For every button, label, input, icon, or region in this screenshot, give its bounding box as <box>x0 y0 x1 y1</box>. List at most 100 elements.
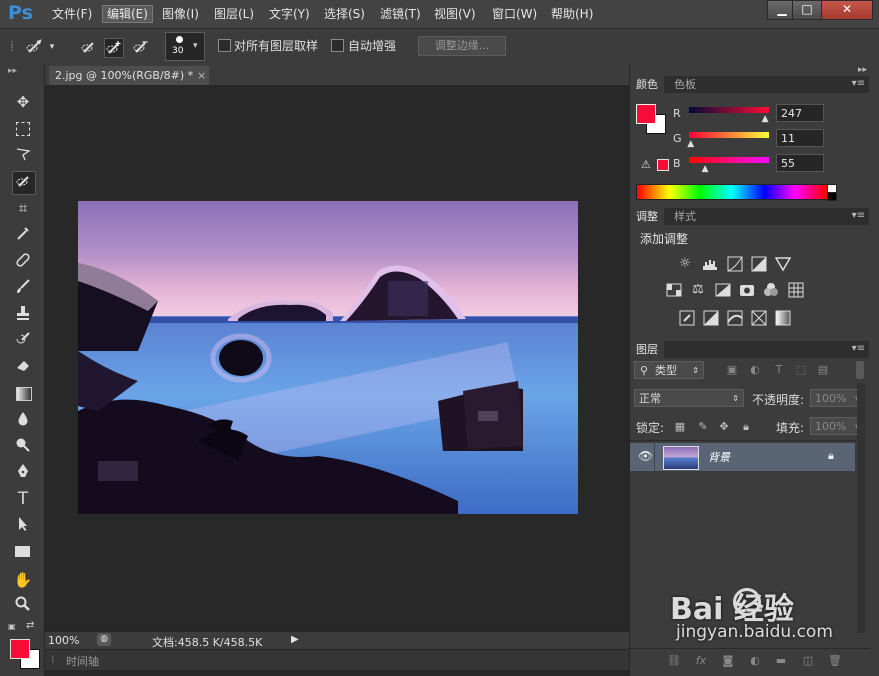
menu-window[interactable]: 窗口(W) <box>488 6 541 22</box>
selective-color-icon[interactable] <box>751 310 767 326</box>
add-to-selection-icon[interactable] <box>104 38 124 58</box>
filter-toggle-switch[interactable] <box>856 361 864 379</box>
panel-menu-icon[interactable]: ▾≡ <box>852 210 865 221</box>
brightness-contrast-icon[interactable]: ☼ <box>677 256 693 272</box>
curves-icon[interactable] <box>727 256 743 272</box>
exposure-icon[interactable] <box>751 256 767 272</box>
filter-adjustment-layers-icon[interactable]: ◐ <box>748 363 762 377</box>
rectangle-tool-icon[interactable] <box>12 541 34 563</box>
link-layers-icon[interactable]: ⛓ <box>667 654 681 668</box>
type-tool-icon[interactable]: T <box>12 488 34 510</box>
menu-view[interactable]: 视图(V) <box>430 6 480 22</box>
history-brush-tool-icon[interactable] <box>12 330 34 352</box>
channel-g-slider[interactable] <box>689 132 769 138</box>
channel-r-value[interactable]: 247 <box>776 104 824 122</box>
filter-smart-objects-icon[interactable]: ▤ <box>816 363 830 377</box>
status-menu-arrow-icon[interactable]: ▶ <box>291 634 299 645</box>
maximize-button[interactable]: □ <box>792 0 822 20</box>
close-document-icon[interactable]: × <box>197 66 206 85</box>
add-mask-icon[interactable]: ◙ <box>721 654 735 668</box>
zoom-level[interactable]: 100% <box>48 634 79 647</box>
tab-adjustments[interactable]: 调整 <box>630 208 664 225</box>
menu-type[interactable]: 文字(Y) <box>265 6 314 22</box>
layer-name[interactable]: 背景 <box>708 449 730 465</box>
layer-style-fx-icon[interactable]: fx <box>694 654 708 668</box>
healing-brush-tool-icon[interactable] <box>12 251 34 273</box>
delete-layer-icon[interactable]: 🗑︎ <box>828 654 842 668</box>
channel-r-slider[interactable] <box>689 107 769 113</box>
eyedropper-tool-icon[interactable] <box>12 224 34 246</box>
layer-filter-dropdown[interactable]: ⚲ 类型 ⇕ <box>634 361 704 379</box>
vibrance-icon[interactable] <box>774 256 792 272</box>
sample-all-layers-checkbox[interactable] <box>218 39 231 52</box>
close-button[interactable]: ✕ <box>821 0 873 20</box>
tab-color[interactable]: 颜色 <box>630 76 664 93</box>
menu-help[interactable]: 帮助(H) <box>547 6 597 22</box>
tab-layers[interactable]: 图层 <box>630 341 664 358</box>
color-lookup-icon[interactable] <box>788 282 804 298</box>
blend-mode-dropdown[interactable]: 正常 ⇕ <box>634 389 744 407</box>
zoom-tool-icon[interactable] <box>12 595 34 617</box>
new-adjustment-layer-icon[interactable]: ◐ <box>748 654 762 668</box>
path-selection-tool-icon[interactable] <box>12 515 34 537</box>
hand-tool-icon[interactable]: ✋ <box>12 569 34 591</box>
panel-menu-icon[interactable]: ▾≡ <box>852 78 865 89</box>
channel-g-value[interactable]: 11 <box>776 129 824 147</box>
menu-edit[interactable]: 编辑(E) <box>102 5 153 23</box>
menu-filter[interactable]: 滤镜(T) <box>376 6 425 22</box>
menu-image[interactable]: 图像(I) <box>158 6 203 22</box>
threshold-icon[interactable] <box>727 310 743 326</box>
new-layer-icon[interactable]: ◫ <box>801 654 815 668</box>
channel-b-thumb[interactable]: ▲ <box>702 164 709 174</box>
timeline-tab[interactable]: 时间轴 <box>66 653 99 669</box>
preset-dropdown-icon[interactable]: ▾ <box>47 38 57 56</box>
marquee-tool-icon[interactable] <box>12 118 34 140</box>
posterize-icon[interactable] <box>703 310 719 326</box>
tab-styles[interactable]: 样式 <box>668 208 702 225</box>
lock-position-icon[interactable]: ✥ <box>717 420 731 434</box>
brush-tool-icon[interactable] <box>12 277 34 299</box>
new-selection-icon[interactable] <box>80 38 98 56</box>
gradient-tool-icon[interactable] <box>12 383 34 405</box>
gradient-map-icon[interactable] <box>775 310 791 326</box>
auto-enhance-checkbox[interactable] <box>331 39 344 52</box>
color-balance-icon[interactable]: ⚖ <box>690 282 706 298</box>
levels-icon[interactable] <box>702 256 718 272</box>
lock-all-icon[interactable]: 🔒︎ <box>739 420 753 434</box>
menu-select[interactable]: 选择(S) <box>320 6 369 22</box>
quick-selection-preset-icon[interactable] <box>26 38 44 56</box>
gamut-color-swatch[interactable] <box>657 159 669 171</box>
refine-edge-button[interactable]: 调整边缘... <box>418 36 506 56</box>
filter-pixel-layers-icon[interactable]: ▣ <box>725 363 739 377</box>
channel-r-thumb[interactable]: ▲ <box>762 114 769 124</box>
color-panel-foreground-swatch[interactable] <box>636 104 656 124</box>
layer-row-background[interactable]: 👁︎ 背景 🔒︎ <box>630 443 855 471</box>
clone-stamp-tool-icon[interactable] <box>12 304 34 326</box>
filter-shape-layers-icon[interactable]: ⬚ <box>794 363 808 377</box>
collapse-toolbar-icon[interactable]: ▸▸ <box>8 66 17 76</box>
panel-menu-icon[interactable]: ▾≡ <box>852 343 865 354</box>
tab-swatches[interactable]: 色板 <box>668 76 702 93</box>
visibility-eye-icon[interactable]: 👁︎ <box>638 449 653 463</box>
opacity-field[interactable]: 100% ▾ <box>810 389 864 407</box>
fill-field[interactable]: 100% ▾ <box>810 417 864 435</box>
swap-colors-icon[interactable]: ⇄ <box>26 620 34 631</box>
new-group-icon[interactable]: ▬ <box>774 654 788 668</box>
lock-image-pixels-icon[interactable]: ✎ <box>696 420 710 434</box>
menu-layer[interactable]: 图层(L) <box>210 6 258 22</box>
brush-size-picker[interactable]: 30 ▾ <box>165 32 205 61</box>
subtract-from-selection-icon[interactable] <box>132 38 150 56</box>
document-image[interactable] <box>78 201 578 514</box>
pen-tool-icon[interactable] <box>12 462 34 484</box>
channel-g-thumb[interactable]: ▲ <box>687 139 694 149</box>
foreground-color-swatch[interactable] <box>10 639 30 659</box>
menu-file[interactable]: 文件(F) <box>48 6 96 22</box>
crop-tool-icon[interactable]: ⌗ <box>12 197 34 219</box>
dodge-tool-icon[interactable] <box>12 436 34 458</box>
document-tab[interactable]: 2.jpg @ 100%(RGB/8#) * × <box>49 66 209 85</box>
invert-icon[interactable] <box>679 310 695 326</box>
blur-tool-icon[interactable] <box>12 410 34 432</box>
quick-selection-tool-icon[interactable] <box>12 171 36 195</box>
out-of-gamut-warning-icon[interactable]: ⚠ <box>641 158 651 171</box>
spectrum-black-chip[interactable] <box>827 192 837 201</box>
